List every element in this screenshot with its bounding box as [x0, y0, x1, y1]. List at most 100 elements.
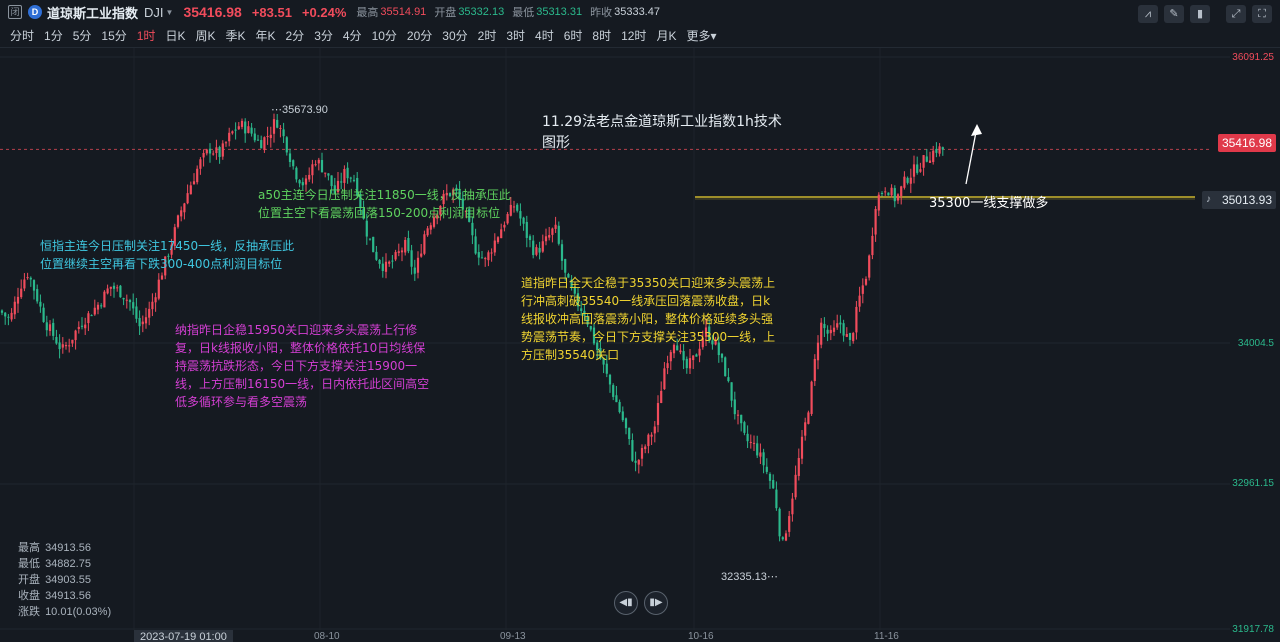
candle-body — [154, 297, 157, 303]
candle-body — [237, 126, 240, 130]
period-tab[interactable]: 2分 — [286, 27, 305, 44]
candle-body — [855, 306, 858, 333]
candle-body — [80, 325, 84, 327]
candle-body — [109, 286, 112, 289]
prev-close-label: 昨收 — [590, 7, 613, 19]
expand-icon[interactable]: ⤢ — [1226, 5, 1246, 23]
candle-body — [637, 460, 640, 465]
period-tab[interactable]: 周K — [195, 27, 215, 44]
candle-body — [260, 140, 263, 149]
period-tab[interactable]: 30分 — [442, 27, 467, 44]
candle-body — [23, 279, 26, 289]
period-tab[interactable]: 1分 — [44, 27, 63, 44]
pen-icon[interactable]: ✎ — [1164, 5, 1184, 23]
candle-body — [832, 327, 836, 332]
fullscreen-icon[interactable]: ⛶ — [1252, 5, 1272, 23]
period-tab[interactable]: 4时 — [535, 27, 554, 44]
candle-body — [752, 442, 756, 444]
ohlc-open: 34903.55 — [45, 574, 91, 586]
candle-body — [381, 263, 384, 272]
candle-body — [64, 345, 68, 347]
period-tab[interactable]: 8时 — [592, 27, 611, 44]
period-tab[interactable]: 2时 — [478, 27, 497, 44]
candle-body — [836, 323, 839, 328]
period-tab[interactable]: 10分 — [372, 27, 397, 44]
candle-body — [205, 149, 208, 154]
prev-page-icon[interactable]: ◀▮ — [614, 591, 638, 615]
candle-body — [151, 301, 154, 310]
ohlc-panel: 最高 34913.56 最低 34882.75 开盘 34903.55 收盘 3… — [16, 540, 111, 620]
period-tab[interactable]: 季K — [225, 27, 245, 44]
period-tab[interactable]: 月K — [656, 27, 676, 44]
period-tab[interactable]: 3分 — [314, 27, 333, 44]
candle-body — [480, 257, 484, 259]
candle-body — [784, 533, 788, 541]
candle-body — [916, 164, 919, 173]
period-tab[interactable]: 日K — [165, 27, 185, 44]
candle-body — [288, 153, 292, 163]
hsi-annotation: 恒指主连今日压制关注17450一线，反抽承压此 位置继续主空再看下跌300-40… — [40, 239, 295, 271]
candle-body — [84, 324, 87, 329]
bell-icon[interactable]: ♪ — [1206, 191, 1211, 209]
candle-body — [551, 228, 554, 235]
candle-body — [32, 280, 36, 291]
candle-body — [903, 176, 906, 188]
candle-body — [413, 267, 416, 274]
period-tab[interactable]: 更多▾ — [686, 27, 716, 44]
period-tab[interactable]: 5分 — [73, 27, 92, 44]
candle-body — [532, 240, 535, 256]
candle-body — [212, 153, 215, 155]
period-tab[interactable]: 20分 — [407, 27, 432, 44]
candle-body — [404, 239, 407, 253]
period-tab[interactable]: 3时 — [506, 27, 525, 44]
chart-title-annotation: 11.29法老点金道琼斯工业指数1h技术 图形 — [542, 114, 782, 151]
ohlc-change: 10.01(0.03%) — [45, 606, 112, 618]
candle-body — [826, 329, 829, 334]
candle-body — [112, 285, 116, 289]
alert-price-tag[interactable]: ♪ 35013.93 — [1201, 191, 1276, 209]
period-tab[interactable]: 4分 — [343, 27, 362, 44]
index-logo-icon: D — [28, 5, 42, 19]
next-page-icon[interactable]: ▮▶ — [644, 591, 668, 615]
index-symbol[interactable]: DJI — [144, 5, 164, 20]
candle-body — [756, 443, 759, 456]
y-label-bottom: 31917.78 — [1232, 624, 1274, 635]
candle-body — [864, 278, 868, 285]
period-tab[interactable]: 分时 — [10, 27, 34, 44]
candle-body — [192, 181, 196, 185]
candle-body — [420, 253, 423, 257]
candle-body — [900, 186, 903, 197]
candle-body — [925, 156, 928, 162]
candle-body — [800, 436, 804, 459]
candle-body — [93, 307, 96, 315]
support-annotation: 35300一线支撑做多 — [929, 196, 1049, 211]
candle-body — [298, 180, 301, 184]
period-tab[interactable]: 12时 — [621, 27, 646, 44]
candle-body — [125, 299, 128, 301]
candle-body — [352, 179, 356, 181]
candle-body — [605, 363, 608, 374]
candle-body — [7, 316, 10, 318]
candle-body — [797, 457, 800, 476]
period-tab[interactable]: 年K — [255, 27, 275, 44]
period-tab[interactable]: 6时 — [564, 27, 583, 44]
indicator-icon[interactable]: ⩘ — [1138, 5, 1158, 23]
period-tab[interactable]: 1时 — [137, 27, 156, 44]
candle-body — [935, 148, 938, 153]
chevron-down-icon[interactable]: ▼ — [166, 8, 174, 17]
high-value: 35514.91 — [380, 6, 427, 18]
candle-body — [311, 164, 314, 176]
candle-body — [765, 466, 768, 472]
period-tab[interactable]: 15分 — [101, 27, 126, 44]
candle-body — [13, 301, 16, 315]
candle-body — [320, 160, 324, 173]
trash-icon[interactable]: ▮ — [1190, 5, 1210, 23]
price-change-pct: +0.24% — [301, 4, 347, 20]
candle-body — [266, 136, 269, 138]
candle-body — [397, 251, 400, 253]
ohlc-close-label: 收盘 — [18, 590, 40, 602]
candle-body — [279, 127, 282, 129]
candle-body — [372, 236, 375, 253]
close-window-icon[interactable]: 闭 — [8, 5, 22, 19]
candle-body — [141, 321, 144, 325]
